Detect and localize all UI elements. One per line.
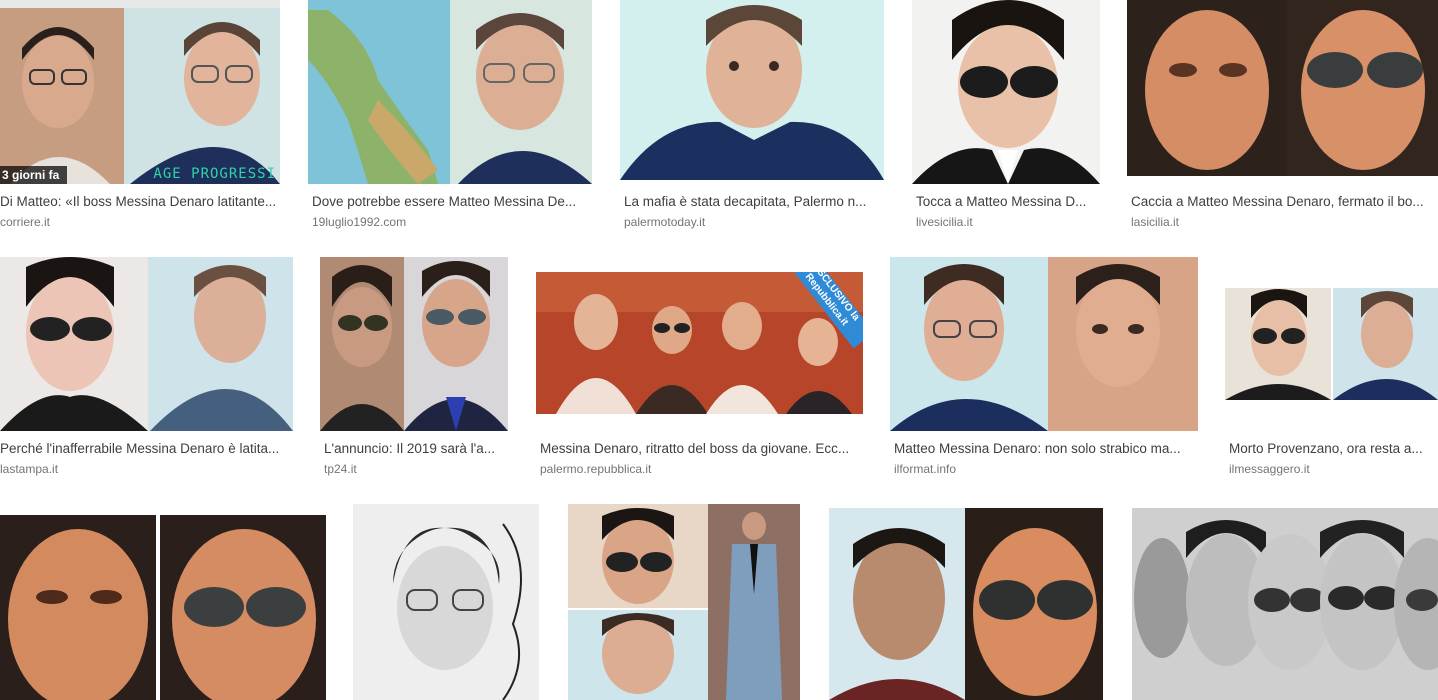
image-thumbnail[interactable] bbox=[1132, 508, 1438, 700]
image-result[interactable] bbox=[568, 504, 800, 700]
result-source[interactable]: tp24.it bbox=[324, 461, 510, 477]
result-source[interactable]: ilmessaggero.it bbox=[1229, 461, 1438, 477]
image-thumbnail[interactable] bbox=[829, 508, 1103, 700]
result-source[interactable]: corriere.it bbox=[0, 214, 282, 230]
image-thumbnail[interactable] bbox=[1127, 0, 1438, 176]
image-result[interactable]: Matteo Messina Denaro: non solo strabico… bbox=[890, 257, 1200, 479]
sunglasses-icon bbox=[829, 508, 1103, 700]
image-thumbnail[interactable] bbox=[0, 515, 326, 700]
result-caption[interactable]: L'annuncio: Il 2019 sarà l'a... bbox=[324, 440, 510, 458]
result-source[interactable]: livesicilia.it bbox=[916, 214, 1102, 230]
sunglasses-icon bbox=[320, 257, 508, 431]
result-caption[interactable]: Caccia a Matteo Messina Denaro, fermato … bbox=[1131, 193, 1438, 211]
face-photo-icon bbox=[0, 0, 280, 184]
image-thumbnail[interactable] bbox=[353, 504, 539, 700]
image-result[interactable]: Dove potrebbe essere Matteo Messina De..… bbox=[308, 0, 592, 232]
result-source[interactable]: lastampa.it bbox=[0, 461, 294, 477]
sunglasses-icon bbox=[1225, 288, 1438, 400]
sunglasses-icon bbox=[1132, 508, 1438, 700]
sunglasses-icon bbox=[912, 0, 1100, 184]
result-caption[interactable]: Dove potrebbe essere Matteo Messina De..… bbox=[312, 193, 592, 211]
image-thumbnail[interactable] bbox=[620, 0, 884, 180]
image-thumbnail[interactable] bbox=[912, 0, 1100, 184]
image-thumbnail[interactable] bbox=[568, 504, 800, 700]
sunglasses-icon bbox=[0, 515, 326, 700]
image-thumbnail[interactable] bbox=[0, 257, 293, 431]
image-result[interactable]: 3 giorni fa AGE PROGRESSI Di Matteo: «Il… bbox=[0, 0, 282, 232]
image-thumbnail[interactable] bbox=[308, 0, 592, 184]
result-caption[interactable]: La mafia è stata decapitata, Palermo n..… bbox=[624, 193, 886, 211]
result-caption[interactable]: Tocca a Matteo Messina D... bbox=[916, 193, 1102, 211]
image-result[interactable] bbox=[353, 504, 539, 700]
result-caption[interactable]: Messina Denaro, ritratto del boss da gio… bbox=[540, 440, 864, 458]
image-result[interactable] bbox=[0, 515, 326, 700]
image-overlay-text: AGE PROGRESSI bbox=[153, 166, 276, 182]
image-thumbnail[interactable] bbox=[320, 257, 508, 431]
image-thumbnail[interactable] bbox=[890, 257, 1198, 431]
image-result[interactable]: Morto Provenzano, ora resta a... ilmessa… bbox=[1225, 257, 1438, 479]
image-result[interactable]: Tocca a Matteo Messina D... livesicilia.… bbox=[912, 0, 1102, 232]
image-result[interactable] bbox=[829, 508, 1103, 700]
face-photo-icon bbox=[308, 0, 592, 184]
result-source[interactable]: palermotoday.it bbox=[624, 214, 886, 230]
face-photo-icon bbox=[620, 0, 884, 180]
image-result[interactable]: ESCLUSIVO la Repubblica.it Messina Denar… bbox=[536, 257, 864, 479]
image-result[interactable]: Caccia a Matteo Messina Denaro, fermato … bbox=[1127, 0, 1438, 232]
image-thumbnail[interactable] bbox=[1225, 288, 1438, 400]
sunglasses-icon bbox=[0, 257, 293, 431]
face-photo-icon bbox=[890, 257, 1198, 431]
sunglasses-icon bbox=[568, 504, 800, 700]
result-caption[interactable]: Perché l'inafferrabile Messina Denaro è … bbox=[0, 440, 294, 458]
image-thumbnail[interactable]: 3 giorni fa AGE PROGRESSI bbox=[0, 0, 280, 184]
result-caption[interactable]: Morto Provenzano, ora resta a... bbox=[1229, 440, 1438, 458]
image-thumbnail[interactable]: ESCLUSIVO la Repubblica.it bbox=[536, 272, 863, 414]
image-result[interactable]: L'annuncio: Il 2019 sarà l'a... tp24.it bbox=[320, 257, 510, 479]
sunglasses-icon bbox=[1127, 0, 1438, 176]
result-source[interactable]: ilformat.info bbox=[894, 461, 1200, 477]
result-caption[interactable]: Matteo Messina Denaro: non solo strabico… bbox=[894, 440, 1200, 458]
image-result[interactable] bbox=[1132, 508, 1438, 700]
result-source[interactable]: palermo.repubblica.it bbox=[540, 461, 864, 477]
result-source[interactable]: 19luglio1992.com bbox=[312, 214, 592, 230]
face-photo-icon bbox=[353, 504, 539, 700]
image-result[interactable]: Perché l'inafferrabile Messina Denaro è … bbox=[0, 257, 294, 479]
result-caption[interactable]: Di Matteo: «Il boss Messina Denaro latit… bbox=[0, 193, 282, 211]
time-badge: 3 giorni fa bbox=[0, 166, 68, 184]
result-source[interactable]: lasicilia.it bbox=[1131, 214, 1438, 230]
image-result[interactable]: La mafia è stata decapitata, Palermo n..… bbox=[620, 0, 886, 232]
